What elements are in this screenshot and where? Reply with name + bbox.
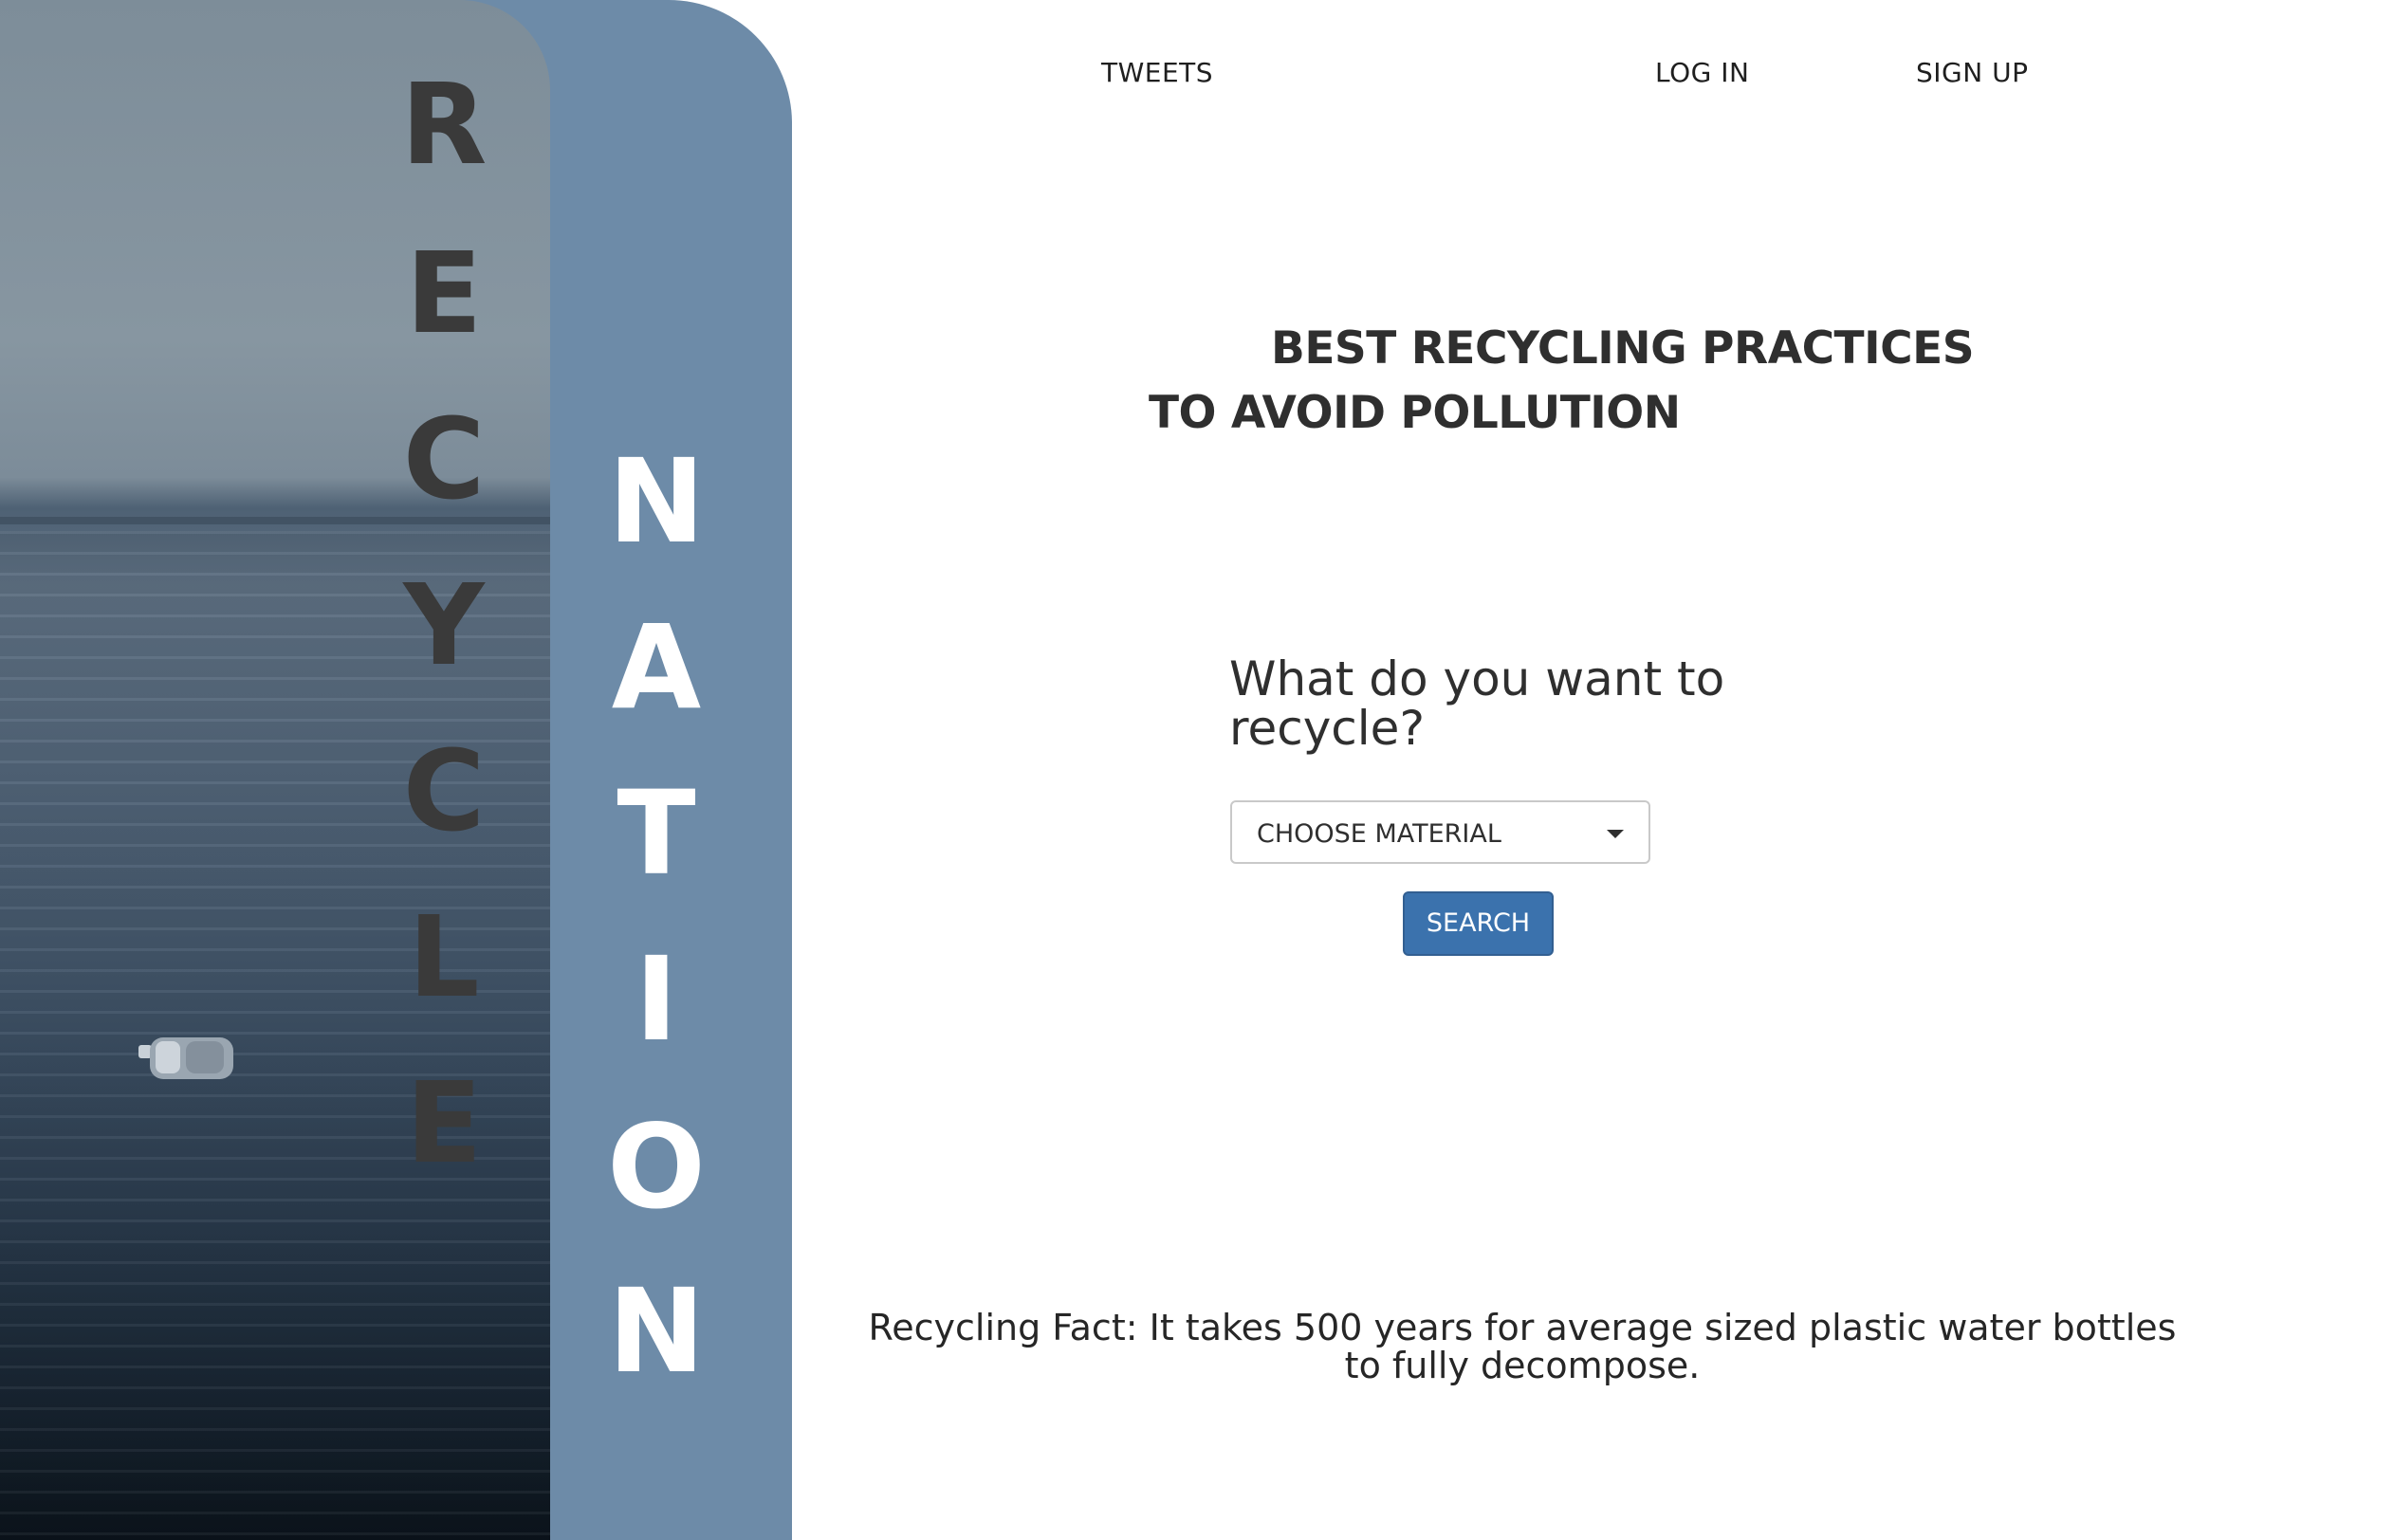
headline-line-1: BEST RECYCLING PRACTICES: [1271, 322, 1975, 375]
hero-letter-c2: C: [402, 725, 486, 856]
nav-login-link[interactable]: LOG IN: [1655, 57, 1749, 88]
nav-signup-link[interactable]: SIGN UP: [1916, 57, 2028, 88]
hero-letter-e2: E: [405, 1057, 483, 1188]
hero-letter-n: N: [607, 434, 706, 569]
nav-tweets-link[interactable]: TWEETS: [1101, 57, 1213, 88]
hero-letter-c: C: [402, 394, 486, 524]
recycle-question: What do you want to recycle?: [1229, 651, 1725, 756]
hero-letter-n2: N: [607, 1264, 706, 1399]
material-select-value: CHOOSE MATERIAL: [1257, 819, 1501, 849]
hero-letter-e: E: [405, 228, 483, 358]
hero-letter-i: I: [635, 932, 678, 1067]
hero-letter-y: Y: [403, 559, 485, 690]
hero-letter-a: A: [611, 600, 702, 735]
hero-letter-t: T: [617, 766, 696, 901]
recycling-fact: Recycling Fact: It takes 500 years for a…: [868, 1307, 2177, 1386]
plastic-bottle-image: [138, 1037, 233, 1079]
material-select[interactable]: CHOOSE MATERIAL: [1230, 800, 1650, 864]
hero-letter-r: R: [400, 59, 488, 190]
search-button[interactable]: SEARCH: [1403, 891, 1554, 956]
headline-line-2: TO AVOID POLLUTION: [1149, 387, 1681, 439]
hero-letter-o: O: [607, 1100, 706, 1235]
page: R E C Y C L E N A T I O N TWEETS LOG IN …: [0, 0, 2394, 1540]
chevron-down-icon: [1607, 830, 1624, 838]
hero-letter-l: L: [408, 891, 480, 1022]
